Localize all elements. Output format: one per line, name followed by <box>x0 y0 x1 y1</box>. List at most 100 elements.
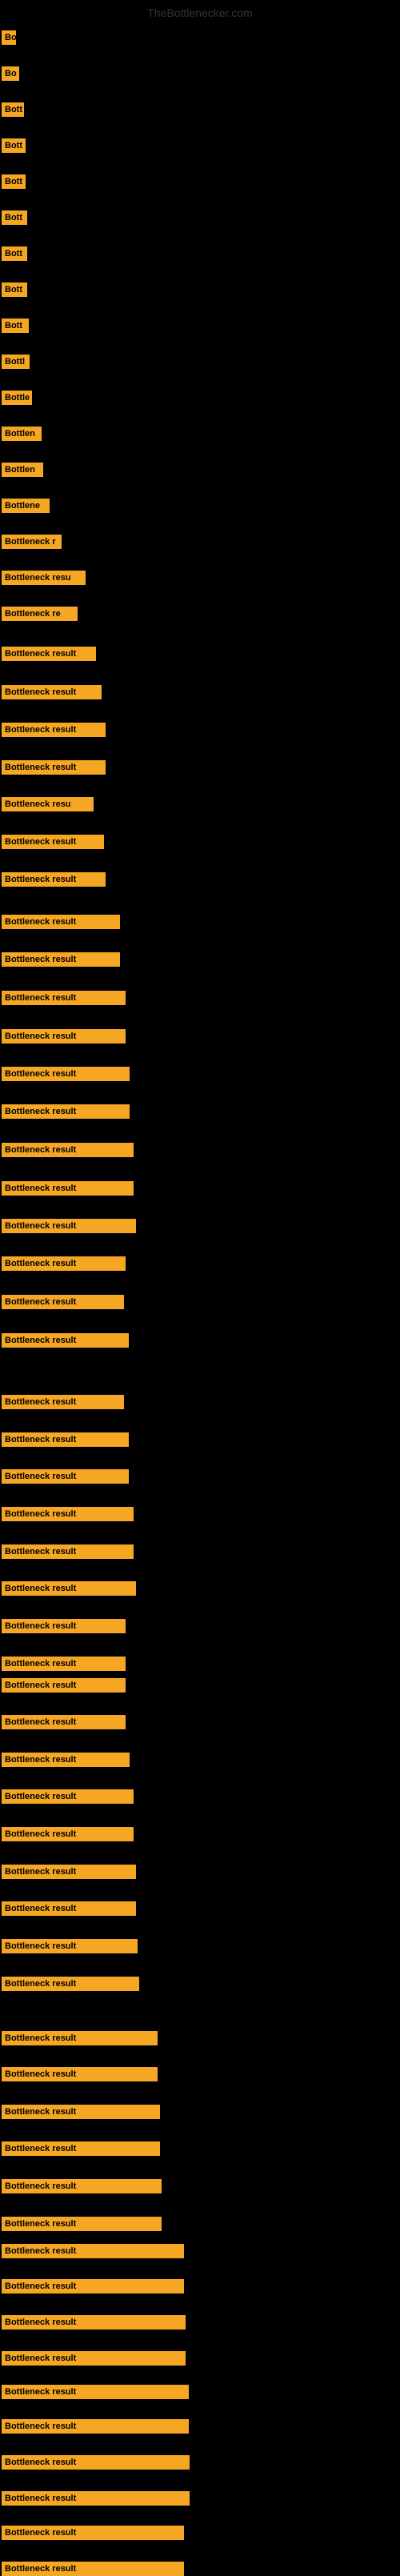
bottleneck-label: Bottleneck result <box>2 1219 136 1233</box>
bar-item: Bottleneck result <box>2 2419 189 2434</box>
bar-item: Bottleneck result <box>2 2279 184 2294</box>
bottleneck-label: Bottleneck result <box>2 2491 190 2506</box>
bottleneck-label: Bottleneck r <box>2 535 62 549</box>
bar-item: Bottleneck result <box>2 1469 129 1484</box>
bottleneck-label: Bottleneck resu <box>2 571 86 585</box>
bottleneck-label: Bott <box>2 102 24 117</box>
bottleneck-label: Bottl <box>2 355 30 369</box>
bar-item: Bottleneck resu <box>2 571 86 585</box>
bar-item: Bott <box>2 210 27 225</box>
bar-item: Bo <box>2 30 16 45</box>
bottleneck-label: Bottle <box>2 391 32 405</box>
bottleneck-label: Bottleneck result <box>2 1939 138 1953</box>
bottleneck-label: Bottleneck result <box>2 1432 129 1447</box>
bar-item: Bottleneck result <box>2 1256 126 1271</box>
bar-item: Bottleneck result <box>2 991 126 1005</box>
bottleneck-label: Bottleneck result <box>2 1619 126 1633</box>
bottleneck-label: Bottleneck result <box>2 1581 136 1596</box>
bottleneck-label: Bottleneck result <box>2 1753 130 1767</box>
bottleneck-label: Bott <box>2 318 29 333</box>
bottleneck-label: Bott <box>2 138 26 153</box>
bar-item: Bottleneck result <box>2 1544 134 1559</box>
bottleneck-label: Bottleneck result <box>2 2067 158 2081</box>
bar-item: Bottleneck result <box>2 1619 126 1633</box>
bar-item: Bottleneck result <box>2 1067 130 1081</box>
bar-item: Bottlen <box>2 463 43 477</box>
bar-item: Bott <box>2 246 27 261</box>
bar-item: Bottleneck result <box>2 2244 184 2258</box>
bar-item: Bott <box>2 138 26 153</box>
bar-item: Bottleneck result <box>2 1029 126 1044</box>
bottleneck-label: Bottleneck result <box>2 2526 184 2540</box>
bottleneck-label: Bottleneck result <box>2 723 106 737</box>
bottleneck-label: Bottleneck result <box>2 872 106 887</box>
bottleneck-label: Bottleneck result <box>2 1977 139 1991</box>
bar-item: Bottleneck result <box>2 1295 124 1309</box>
bar-item: Bottleneck result <box>2 760 106 775</box>
bottleneck-label: Bottleneck result <box>2 2315 186 2330</box>
bar-item: Bottleneck result <box>2 835 104 849</box>
bar-item: Bott <box>2 174 26 189</box>
bottleneck-label: Bottleneck result <box>2 2455 190 2470</box>
bottleneck-label: Bottleneck result <box>2 647 96 661</box>
bar-item: Bottleneck result <box>2 1432 129 1447</box>
bar-item: Bottleneck re <box>2 607 78 621</box>
bar-item: Bottleneck result <box>2 2141 160 2156</box>
bar-item: Bottleneck resu <box>2 797 94 811</box>
bottleneck-label: Bottleneck re <box>2 607 78 621</box>
bottleneck-label: Bottleneck result <box>2 2419 189 2434</box>
bottleneck-label: Bottleneck result <box>2 1678 126 1693</box>
bar-item: Bottleneck result <box>2 2385 189 2399</box>
bar-item: Bottleneck result <box>2 1715 126 1729</box>
bottleneck-label: Bottleneck result <box>2 1469 129 1484</box>
bar-item: Bottleneck result <box>2 2455 190 2470</box>
bottleneck-label: Bottlen <box>2 427 42 441</box>
bottleneck-label: Bottleneck result <box>2 1657 126 1671</box>
bottleneck-label: Bottleneck result <box>2 1029 126 1044</box>
bar-item: Bottleneck result <box>2 1333 129 1348</box>
bar-item: Bottleneck result <box>2 952 120 967</box>
bottleneck-label: Bott <box>2 246 27 261</box>
bottleneck-label: Bottleneck result <box>2 685 102 699</box>
bottleneck-label: Bottleneck result <box>2 1295 124 1309</box>
bottleneck-label: Bottleneck result <box>2 952 120 967</box>
bottleneck-label: Bottleneck result <box>2 1507 134 1521</box>
bottleneck-label: Bott <box>2 210 27 225</box>
bottleneck-label: Bo <box>2 30 16 45</box>
bottleneck-label: Bottleneck result <box>2 2385 189 2399</box>
bar-item: Bottleneck result <box>2 1181 134 1196</box>
bottleneck-label: Bottleneck result <box>2 2562 184 2576</box>
bar-item: Bottleneck result <box>2 1827 134 1841</box>
bar-item: Bo <box>2 66 19 81</box>
bottleneck-label: Bottleneck result <box>2 835 104 849</box>
bottleneck-label: Bottleneck result <box>2 2279 184 2294</box>
bottleneck-label: Bottleneck result <box>2 1395 124 1409</box>
bar-item: Bottleneck result <box>2 1901 136 1916</box>
bar-item: Bottle <box>2 391 32 405</box>
bar-item: Bottleneck result <box>2 1753 130 1767</box>
bottleneck-label: Bottleneck result <box>2 1143 134 1157</box>
bottleneck-label: Bottleneck result <box>2 1789 134 1804</box>
bar-item: Bott <box>2 102 24 117</box>
bar-item: Bottleneck result <box>2 2491 190 2506</box>
bar-item: Bottleneck result <box>2 915 120 929</box>
bar-item: Bottleneck result <box>2 1977 139 1991</box>
bar-item: Bottleneck result <box>2 1143 134 1157</box>
bar-item: Bottleneck result <box>2 1507 134 1521</box>
bar-item: Bottleneck result <box>2 2351 186 2366</box>
bottleneck-label: Bottleneck result <box>2 760 106 775</box>
bar-item: Bottlen <box>2 427 42 441</box>
bottleneck-label: Bottleneck result <box>2 1827 134 1841</box>
bar-item: Bottleneck result <box>2 1219 136 1233</box>
bottleneck-label: Bottleneck result <box>2 2031 158 2045</box>
bottleneck-label: Bott <box>2 282 27 297</box>
bottleneck-label: Bottleneck result <box>2 1865 136 1879</box>
bottleneck-label: Bo <box>2 66 19 81</box>
bottleneck-label: Bottleneck result <box>2 1715 126 1729</box>
bar-item: Bottleneck result <box>2 723 106 737</box>
bottleneck-label: Bottleneck result <box>2 2351 186 2366</box>
bottleneck-label: Bottleneck result <box>2 1901 136 1916</box>
bottleneck-label: Bottleneck result <box>2 1181 134 1196</box>
bar-item: Bottl <box>2 355 30 369</box>
bottleneck-label: Bottleneck result <box>2 2217 162 2231</box>
